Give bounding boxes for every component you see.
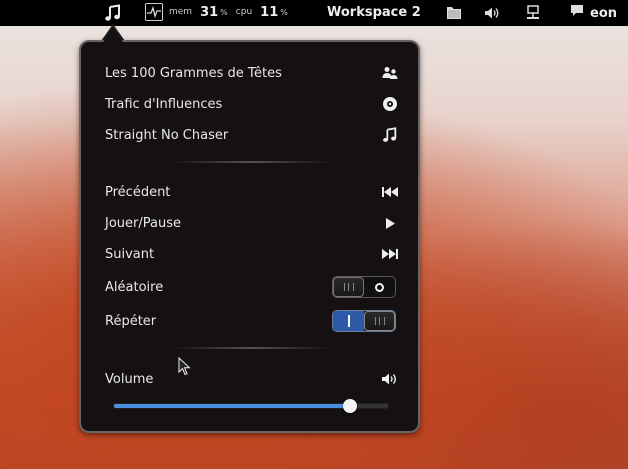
volume-slider[interactable]	[113, 399, 389, 413]
system-monitor-icon	[145, 3, 163, 21]
music-note-icon	[380, 125, 400, 145]
music-menu: Les 100 Grammes de Têtes Trafic d'Influe…	[79, 40, 420, 433]
mem-unit: %	[220, 7, 228, 17]
play-pause-label: Jouer/Pause	[105, 215, 181, 231]
folder-icon[interactable]	[446, 5, 462, 24]
play-pause-item[interactable]: Jouer/Pause	[105, 212, 400, 234]
skip-backward-icon	[380, 182, 400, 202]
previous-label: Précédent	[105, 184, 171, 200]
repeat-item[interactable]: Répéter	[105, 309, 396, 333]
volume-high-icon	[380, 369, 400, 389]
previous-item[interactable]: Précédent	[105, 181, 400, 203]
music-note-icon	[105, 4, 120, 21]
repeat-label: Répéter	[105, 313, 157, 329]
repeat-toggle[interactable]	[332, 310, 396, 332]
track-artist-item[interactable]: Les 100 Grammes de Têtes	[105, 62, 400, 84]
toggle-on-icon	[347, 315, 350, 327]
album-disc-icon	[380, 94, 400, 114]
cpu-label: cpu	[235, 7, 253, 17]
volume-panel-icon[interactable]	[484, 6, 500, 24]
track-title: Straight No Chaser	[105, 127, 229, 143]
mem-label: mem	[169, 7, 193, 17]
skip-forward-icon	[380, 244, 400, 264]
mouse-cursor-icon	[178, 357, 191, 376]
track-artist: Les 100 Grammes de Têtes	[105, 65, 282, 81]
next-label: Suivant	[105, 246, 155, 262]
user-menu[interactable]: eon	[570, 4, 617, 22]
top-panel: mem 31 % cpu 11 % Workspace 2 eon	[0, 0, 628, 26]
volume-label: Volume	[105, 371, 154, 387]
volume-item: Volume	[105, 368, 400, 390]
system-monitor[interactable]: mem 31 % cpu 11 %	[145, 3, 288, 21]
volume-slider-fill	[114, 404, 350, 408]
cpu-unit: %	[280, 7, 288, 17]
menu-separator	[171, 161, 331, 163]
track-album: Trafic d'Influences	[105, 96, 223, 112]
play-icon	[380, 213, 400, 233]
menu-arrow-fill	[103, 27, 123, 42]
workspace-indicator[interactable]: Workspace 2	[327, 5, 421, 20]
user-name: eon	[590, 5, 618, 21]
shuffle-item[interactable]: Aléatoire	[105, 275, 396, 299]
shuffle-toggle[interactable]	[332, 276, 396, 298]
next-item[interactable]: Suivant	[105, 243, 400, 265]
track-title-item[interactable]: Straight No Chaser	[105, 124, 400, 146]
track-album-item[interactable]: Trafic d'Influences	[105, 93, 400, 115]
artist-icon	[380, 63, 400, 83]
chat-bubble-icon	[570, 4, 584, 22]
volume-slider-handle[interactable]	[342, 399, 357, 413]
mem-value: 31	[200, 4, 219, 20]
music-indicator-button[interactable]	[104, 4, 124, 22]
cpu-value: 11	[260, 4, 279, 20]
shuffle-label: Aléatoire	[105, 279, 164, 295]
toggle-off-icon	[375, 282, 384, 292]
network-wired-icon[interactable]	[526, 5, 540, 25]
menu-separator	[171, 347, 331, 349]
